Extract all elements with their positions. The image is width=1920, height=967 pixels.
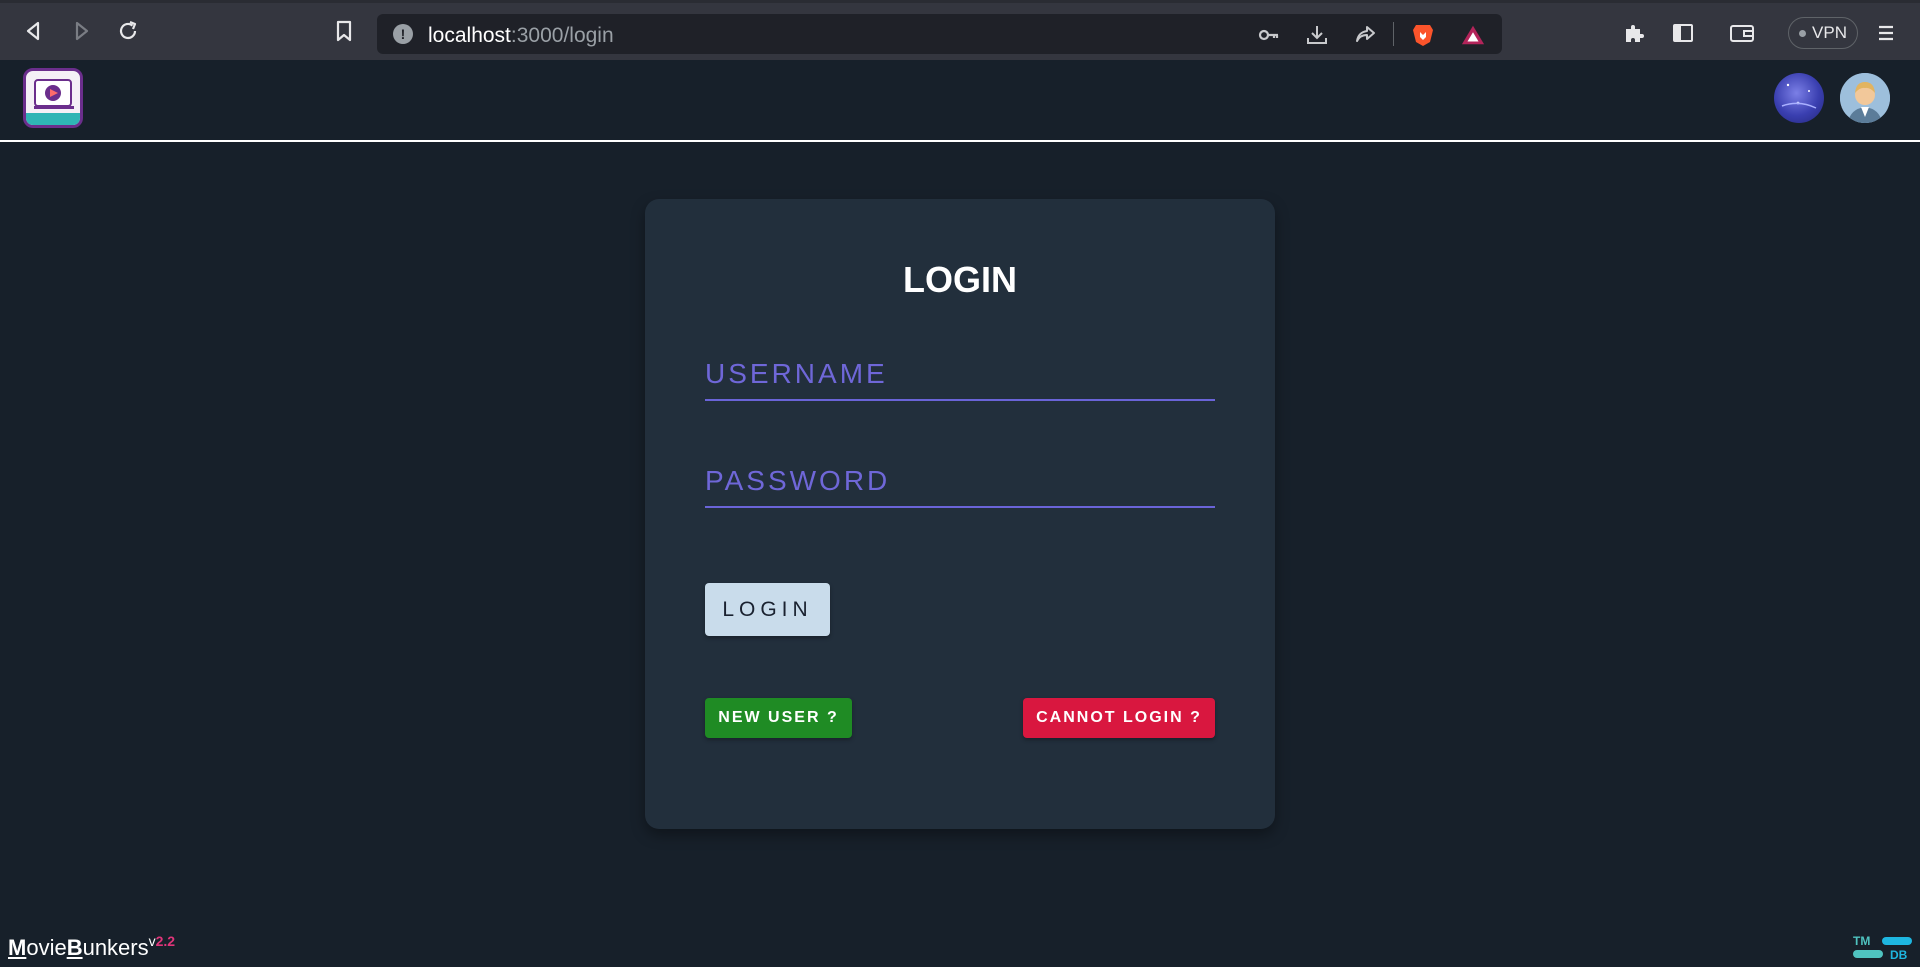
url-text[interactable]: localhost:3000/login <box>428 24 614 48</box>
key-icon[interactable] <box>1257 23 1281 47</box>
username-input[interactable] <box>705 349 1215 399</box>
login-card: LOGIN LOGIN NEW USER ? CANNOT LOGIN ? <box>645 199 1275 829</box>
sidebar-icon[interactable] <box>1669 19 1697 47</box>
url-separator <box>1393 22 1394 46</box>
share-icon[interactable] <box>1353 23 1377 47</box>
brand-initial-m: M <box>8 935 27 960</box>
vpn-status-dot <box>1799 29 1807 37</box>
app-logo[interactable] <box>23 68 83 128</box>
brand-initial-b: B <box>66 935 83 960</box>
logo-line <box>34 106 74 109</box>
menu-icon[interactable] <box>1872 19 1900 47</box>
vpn-label: VPN <box>1812 23 1847 42</box>
brand-text-unkers: unkers <box>82 935 149 960</box>
tmdb-pill-top <box>1882 937 1912 945</box>
login-button[interactable]: LOGIN <box>705 583 830 636</box>
url-host: localhost <box>428 24 511 47</box>
login-title: LOGIN <box>903 259 1017 300</box>
vpn-button[interactable]: VPN <box>1788 17 1858 49</box>
password-input[interactable] <box>705 456 1215 506</box>
brave-icon[interactable] <box>1411 23 1435 47</box>
info-icon[interactable]: ! <box>393 24 413 44</box>
logo-bar <box>26 113 80 125</box>
reload-icon[interactable] <box>114 17 142 45</box>
version-prefix: v <box>148 933 156 949</box>
forward-icon[interactable] <box>67 17 95 45</box>
url-path: :3000/login <box>510 24 614 47</box>
new-user-button[interactable]: NEW USER ? <box>705 698 852 738</box>
tmdb-pill-bottom <box>1853 950 1883 958</box>
wallet-icon[interactable] <box>1728 19 1756 47</box>
brand-footer[interactable]: MovieBunkersv2.2 <box>8 933 176 961</box>
cannot-login-button[interactable]: CANNOT LOGIN ? <box>1023 698 1215 738</box>
extensions-icon[interactable] <box>1620 19 1648 47</box>
tmdb-text-top: TM <box>1853 934 1870 948</box>
download-icon[interactable] <box>1305 23 1329 47</box>
browser-toolbar: ! localhost:3000/login VPN <box>0 0 1920 60</box>
tmdb-text-bottom: DB <box>1890 948 1908 961</box>
galaxy-avatar[interactable] <box>1774 73 1824 123</box>
address-bar[interactable]: ! localhost:3000/login <box>377 14 1502 54</box>
version-number: 2.2 <box>155 933 176 949</box>
back-icon[interactable] <box>20 17 48 45</box>
brand-text-ovie: ovie <box>26 935 67 960</box>
rewards-icon[interactable] <box>1461 23 1485 47</box>
play-icon <box>34 79 72 107</box>
username-field-wrapper <box>705 349 1215 401</box>
user-avatar[interactable] <box>1840 73 1890 123</box>
password-field-wrapper <box>705 456 1215 508</box>
app-header <box>0 60 1920 142</box>
tmdb-logo[interactable]: TM DB <box>1852 933 1914 961</box>
bookmark-icon[interactable] <box>330 17 358 45</box>
